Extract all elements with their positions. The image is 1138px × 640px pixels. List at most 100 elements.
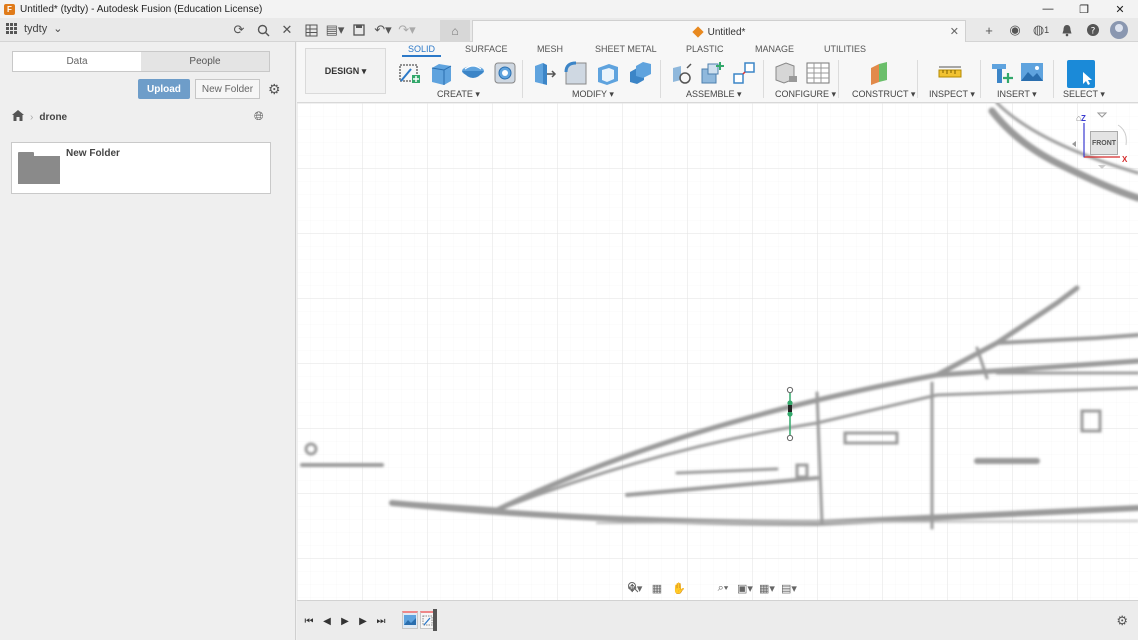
redo-icon[interactable]: ↷▾ [398, 21, 416, 39]
tab-solid[interactable]: SOLID [401, 44, 442, 57]
svg-text:?: ? [1091, 27, 1096, 37]
online-status-icon[interactable]: ◉ [1006, 21, 1024, 39]
appbar-right-icons: + ◉ ◍ 1 ? [980, 21, 1128, 39]
home-icon[interactable] [12, 110, 24, 124]
tab-surface[interactable]: SURFACE [465, 44, 508, 54]
maximize-button[interactable]: ❐ [1066, 0, 1102, 18]
configure-icon[interactable] [773, 60, 799, 86]
insert-derive-icon[interactable] [989, 60, 1015, 86]
tab-data[interactable]: Data [13, 52, 141, 71]
apps-grid-icon[interactable] [302, 21, 320, 39]
team-selector[interactable]: tydty ⌄ [6, 22, 62, 35]
help-icon[interactable]: ? [1084, 21, 1102, 39]
folder-name: New Folder [66, 148, 120, 159]
toolbar-divider [980, 60, 981, 98]
go-to-start-icon[interactable]: ⏮ [303, 615, 315, 627]
upload-button[interactable]: Upload [138, 79, 190, 99]
canvas-grid-and-model [297, 103, 1138, 600]
file-icon[interactable]: ▤▾ [326, 21, 345, 39]
grid-settings-icon[interactable]: ▦▾ [759, 581, 775, 595]
app-bar: tydty ⌄ ⟳ ✕ ▤▾ ↶▾ ↷▾ ⌂ Untitled* ✕ + ◉ ◍… [0, 18, 1138, 43]
press-pull-icon[interactable] [531, 60, 557, 86]
play-icon[interactable]: ▶ [339, 615, 351, 627]
fillet-icon[interactable] [563, 60, 589, 86]
navigation-bar: ✥▾ ▦ ✋ ⌕▾ ▣▾ ▦▾ ▤▾ [627, 581, 797, 595]
close-window-button[interactable]: ✕ [1102, 0, 1138, 18]
step-back-icon[interactable]: ◀ [321, 615, 333, 627]
team-name: tydty [24, 22, 48, 35]
search-icon[interactable] [254, 21, 272, 39]
measure-icon[interactable] [937, 60, 963, 86]
view-cube-front-face[interactable]: FRONT [1090, 131, 1118, 155]
group-insert[interactable]: INSERT ▾ [997, 89, 1037, 100]
group-configure[interactable]: CONFIGURE ▾ [775, 89, 836, 100]
step-forward-icon[interactable]: ▶ [357, 615, 369, 627]
group-assemble[interactable]: ASSEMBLE ▾ [686, 89, 742, 100]
tab-manage[interactable]: MANAGE [755, 44, 794, 54]
go-to-end-icon[interactable]: ⏭ [375, 615, 387, 627]
job-count: 1 [1044, 25, 1050, 35]
timeline-marker[interactable] [433, 609, 437, 631]
look-at-icon[interactable]: ▦ [649, 581, 665, 595]
hole-icon[interactable] [492, 60, 518, 86]
new-component-icon[interactable] [669, 60, 695, 86]
zoom-window-icon[interactable]: ⌕▾ [715, 581, 731, 595]
plus-icon[interactable]: + [980, 21, 998, 39]
window-title: Untitled* (tydty) - Autodesk Fusion (Edu… [20, 3, 263, 15]
combine-icon[interactable] [627, 60, 653, 86]
job-status-icon[interactable]: ◍ 1 [1032, 21, 1050, 39]
ribbon-tabs: SOLID SURFACE MESH SHEET METAL PLASTIC M… [297, 43, 1138, 57]
new-folder-button[interactable]: New Folder [194, 79, 261, 99]
list-item[interactable]: New Folder [11, 142, 271, 194]
tab-people[interactable]: People [141, 52, 269, 71]
tab-mesh[interactable]: MESH [537, 44, 563, 54]
timeline-canvas-feature[interactable] [402, 611, 418, 629]
home-view-icon[interactable]: ⌂ [1076, 113, 1081, 123]
group-select[interactable]: SELECT ▾ [1063, 89, 1105, 100]
tab-plastic[interactable]: PLASTIC [686, 44, 724, 54]
select-icon[interactable] [1067, 60, 1095, 88]
canvas-viewport[interactable]: FRONT Z X ⌂ ✥▾ ▦ ✋ ⌕▾ ▣▾ ▦▾ ▤▾ [297, 103, 1138, 600]
viewport-settings-icon[interactable]: ▤▾ [781, 581, 797, 595]
joint-icon[interactable] [699, 60, 725, 86]
home-icon[interactable]: ⌂ [440, 20, 470, 42]
zoom-icon[interactable] [628, 581, 709, 595]
pan-icon[interactable]: ✋ [671, 581, 687, 595]
ribbon-toolbar: DESIGN ▾ SOLID SURFACE MESH SHEET METAL … [297, 42, 1138, 103]
refresh-icon[interactable]: ⟳ [230, 21, 248, 39]
axis-x-label: X [1122, 155, 1128, 164]
view-cube[interactable]: FRONT Z X ⌂ [1070, 111, 1132, 173]
configuration-table-icon[interactable] [805, 60, 831, 86]
tab-utilities[interactable]: UTILITIES [824, 44, 866, 54]
tab-document[interactable]: Untitled* ✕ [472, 20, 966, 43]
offset-plane-icon[interactable] [867, 60, 893, 86]
bell-icon[interactable] [1058, 21, 1076, 39]
globe-icon[interactable]: 🌐︎ [254, 109, 264, 124]
close-icon[interactable]: ✕ [278, 21, 296, 39]
insert-canvas-icon[interactable] [1019, 60, 1045, 86]
close-tab-icon[interactable]: ✕ [950, 25, 959, 38]
shell-icon[interactable] [595, 60, 621, 86]
minimize-button[interactable]: — [1030, 0, 1066, 18]
timeline: ⏮ ◀ ▶ ▶ ⏭ ⚙ [297, 600, 1138, 640]
gear-icon[interactable]: ⚙ [268, 81, 281, 98]
avatar[interactable] [1110, 21, 1128, 39]
save-icon[interactable] [350, 21, 368, 39]
group-inspect[interactable]: INSPECT ▾ [929, 89, 975, 100]
create-sketch-icon[interactable] [397, 60, 423, 86]
breadcrumb-current[interactable]: drone [39, 112, 67, 123]
as-built-joint-icon[interactable] [731, 60, 757, 86]
tab-sheet-metal[interactable]: SHEET METAL [595, 44, 657, 54]
group-create[interactable]: CREATE ▾ [437, 89, 480, 100]
display-settings-icon[interactable]: ▣▾ [737, 581, 753, 595]
gear-icon[interactable]: ⚙ [1116, 613, 1128, 629]
group-construct[interactable]: CONSTRUCT ▾ [852, 89, 915, 100]
group-modify[interactable]: MODIFY ▾ [572, 89, 614, 100]
toolbar-divider [763, 60, 764, 98]
window-controls: — ❐ ✕ [1030, 0, 1138, 18]
toolbar-divider [660, 60, 661, 98]
axis-z-label: Z [1081, 114, 1086, 123]
undo-icon[interactable]: ↶▾ [374, 21, 392, 39]
extrude-icon[interactable] [428, 60, 454, 86]
revolve-icon[interactable] [460, 60, 486, 86]
